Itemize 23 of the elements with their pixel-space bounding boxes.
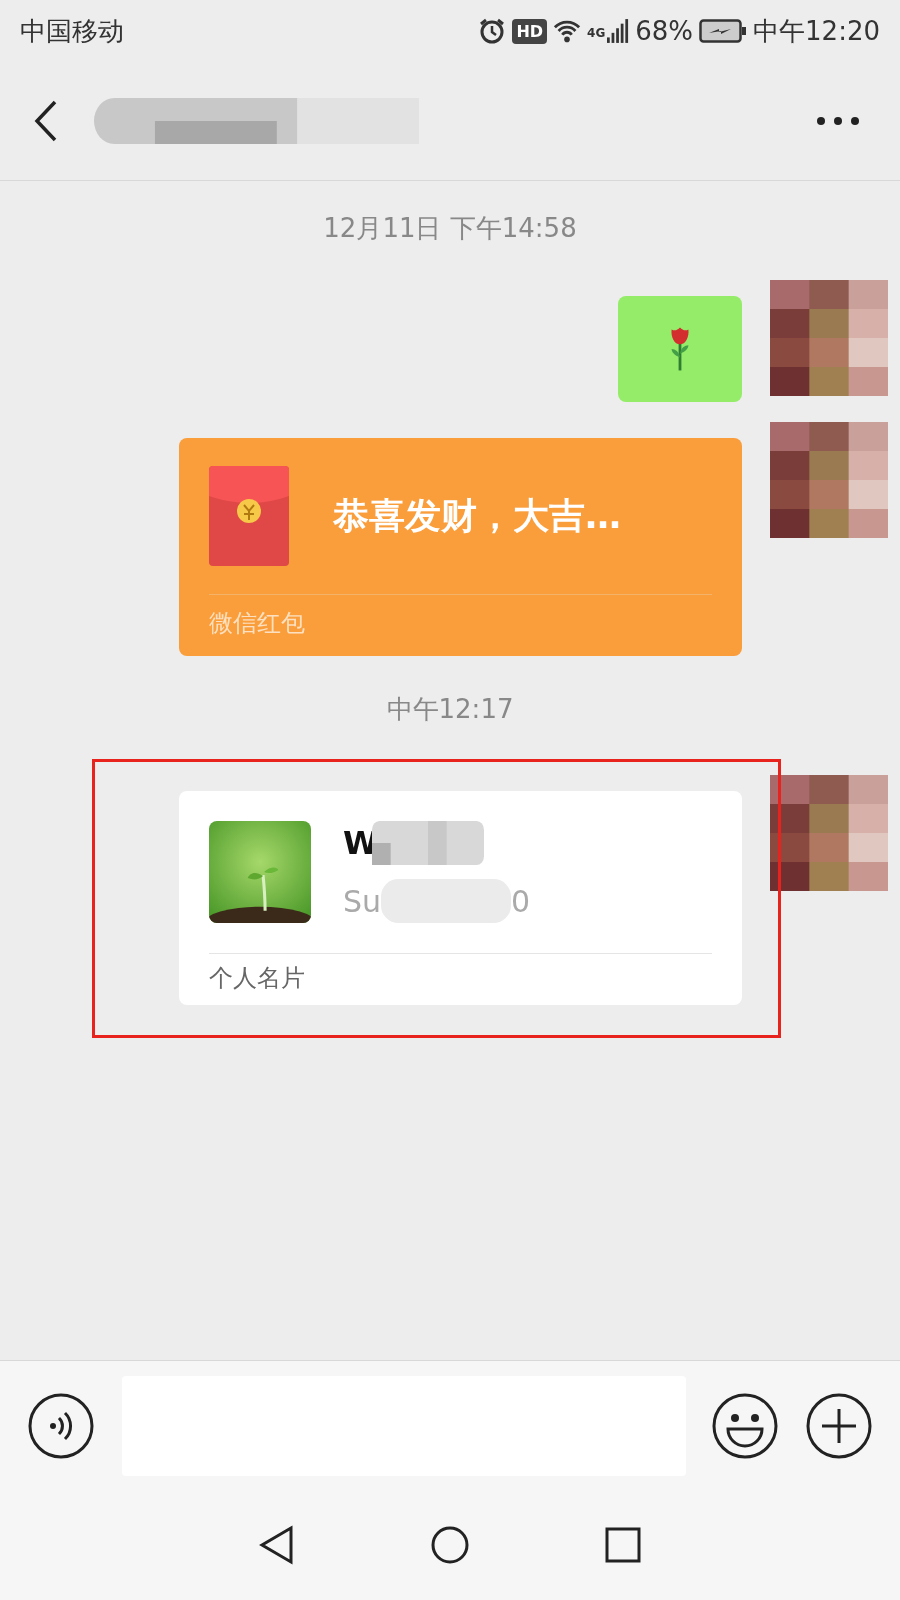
battery-icon [699,19,748,43]
recents-nav-icon[interactable] [603,1525,644,1565]
back-icon[interactable] [34,100,58,142]
signal-icon [607,18,630,44]
message-timestamp: 12月11日 下午14:58 [323,212,577,245]
envelope-message-label: 微信红包 [209,608,306,639]
alarm-icon [478,17,507,45]
envelope-message-title: 恭喜发财，大吉… [333,493,621,538]
hd-badge: HD [512,18,548,44]
contact-card-label: 个人名片 [209,963,306,994]
network-label: 4G [587,25,606,40]
emoji-icon[interactable] [712,1392,778,1459]
contact-id: Su [343,883,382,919]
clock-time: 中午12:20 [753,14,880,48]
home-nav-icon[interactable] [430,1525,470,1565]
envelope-icon [209,466,289,566]
voice-icon[interactable] [28,1392,94,1459]
contact-id: 0 [511,883,531,919]
message-timestamp: 中午12:17 [386,693,514,726]
more-icon[interactable] [816,116,860,126]
add-icon[interactable] [806,1392,872,1459]
carrier-name: 中国移动 [20,14,124,48]
battery-percent: 68% [635,16,694,46]
